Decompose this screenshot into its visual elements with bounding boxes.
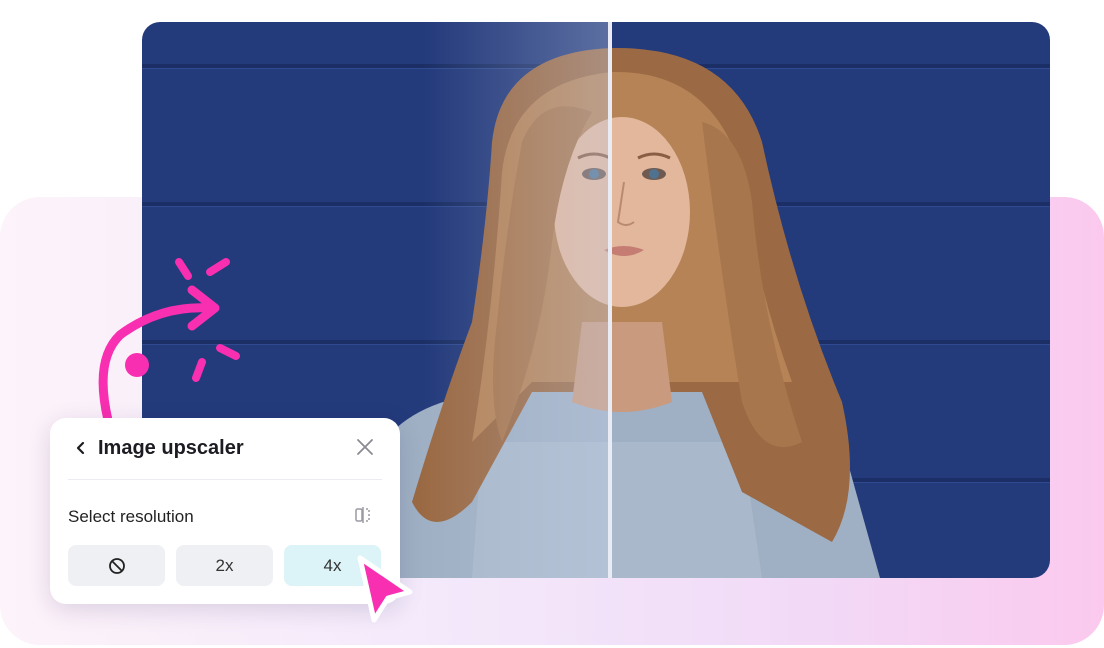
image-upscaler-panel: Image upscaler Select resolution 2x 4x — [50, 418, 400, 604]
sparkle-arrow-icon — [98, 258, 240, 425]
panel-header: Image upscaler — [74, 436, 244, 460]
compare-icon[interactable] — [354, 506, 372, 524]
upscale-2x-option[interactable]: 2x — [176, 545, 273, 586]
no-upscale-option[interactable] — [68, 545, 165, 586]
panel-title: Image upscaler — [98, 436, 244, 459]
close-icon[interactable] — [356, 438, 374, 456]
header-divider — [68, 479, 382, 480]
none-icon — [108, 557, 125, 574]
chevron-left-icon[interactable] — [74, 441, 88, 455]
pointer-cursor-icon — [357, 555, 413, 623]
select-resolution-label: Select resolution — [68, 507, 194, 526]
comparison-divider[interactable] — [608, 22, 612, 578]
